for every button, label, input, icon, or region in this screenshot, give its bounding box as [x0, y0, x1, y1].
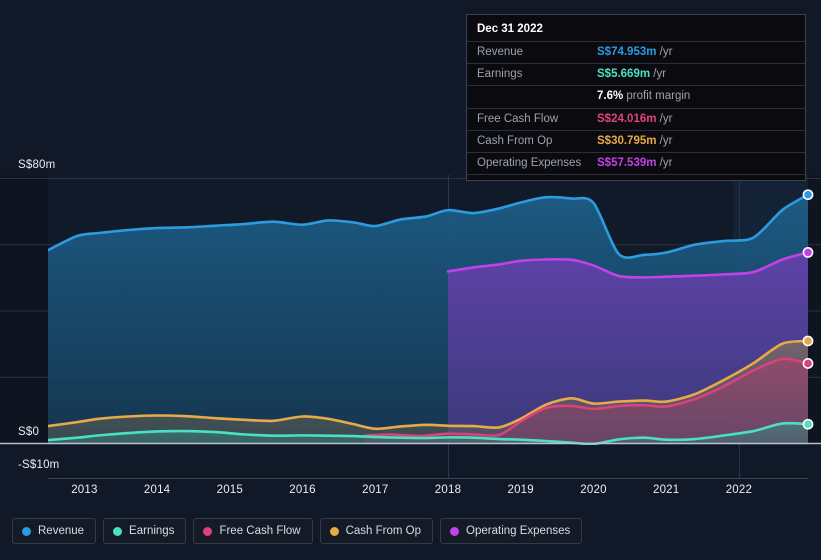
tooltip-row-amount: S$5.669m — [597, 68, 651, 81]
tooltip-row-label — [467, 85, 597, 109]
legend-item-cash-from-op[interactable]: Cash From Op — [319, 518, 434, 544]
x-axis-label-2014: 2014 — [143, 484, 171, 496]
tooltip-row-unit: /yr — [656, 112, 673, 125]
chart-screenshot: S$80m S$0 -S$10m 2013 2014 2015 2016 2017 201… — [0, 0, 821, 560]
tooltip-date: Dec 31 2022 — [477, 23, 543, 35]
tooltip-row-unit: /yr — [650, 68, 667, 81]
endpoint-marker-cash-from-op[interactable] — [802, 335, 814, 347]
tooltip-row: 7.6% profit margin — [467, 85, 805, 109]
tooltip-row-unit: /yr — [656, 134, 673, 147]
tooltip-row-amount: S$24.016m — [597, 112, 657, 125]
x-axis-label-2013: 2013 — [71, 484, 98, 496]
x-axis-label-2020: 2020 — [580, 484, 607, 496]
x-axis-label-2021: 2021 — [652, 484, 680, 496]
legend-item-revenue[interactable]: Revenue — [12, 518, 97, 544]
legend-item-free-cash-flow[interactable]: Free Cash Flow — [193, 518, 313, 544]
tooltip-row-amount: S$57.539m — [597, 157, 657, 170]
tooltip-row-value: S$57.539m /yr — [597, 152, 805, 175]
tooltip-row-amount: 7.6% — [597, 90, 624, 103]
legend-item-operating-expenses[interactable]: Operating Expenses — [440, 518, 583, 544]
tooltip-table: Revenue S$74.953m /yr Earnings S$5.669m /yr… — [467, 40, 805, 181]
legend-color-dot-icon — [203, 526, 213, 536]
x-axis-label-2019: 2019 — [507, 484, 534, 496]
legend-item-label: Earnings — [129, 525, 175, 537]
x-axis-label-2018: 2018 — [434, 484, 462, 496]
x-axis-label-2016: 2016 — [289, 484, 316, 496]
y-axis-label-top: S$80m — [18, 159, 56, 171]
tooltip-row-value: S$5.669m /yr — [597, 63, 805, 86]
tooltip-row-value: S$30.795m /yr — [597, 129, 805, 153]
data-tooltip: Dec 31 2022 Revenue S$74.953m /yr Earnings… — [466, 14, 806, 182]
y-axis-label-zero: S$0 — [18, 426, 40, 438]
tooltip-row-unit: /yr — [656, 46, 673, 58]
legend-item-label: Revenue — [38, 525, 85, 537]
tooltip-row: Free Cash Flow S$24.016m /yr — [467, 107, 805, 131]
legend-item-label: Cash From Op — [345, 525, 422, 537]
endpoint-marker-earnings[interactable] — [802, 418, 814, 430]
tooltip-row-unit: profit margin — [623, 90, 691, 103]
legend-color-dot-icon — [113, 526, 123, 536]
tooltip-row-label: Revenue — [467, 40, 597, 64]
endpoint-marker-revenue[interactable] — [802, 189, 814, 201]
legend-color-dot-icon — [22, 526, 31, 536]
legend-item-earnings[interactable]: Earnings — [103, 518, 187, 544]
tooltip-row-value: S$74.953m /yr — [597, 40, 805, 64]
chart-legend: Revenue Earnings Free Cash Flow Cash From O… — [12, 518, 583, 544]
endpoint-marker-operating-expenses[interactable] — [802, 246, 814, 258]
tooltip-row: Operating Expenses S$57.539m /yr — [467, 152, 805, 175]
tooltip-row: Revenue S$74.953m /yr — [467, 40, 805, 64]
x-axis-label-2015: 2015 — [216, 484, 243, 496]
tooltip-row: Cash From Op S$30.795m /yr — [467, 129, 805, 153]
tooltip-row-unit: /yr — [656, 157, 673, 170]
tooltip-row-value: S$24.016m /yr — [597, 107, 805, 131]
tooltip-row-value: 7.6% profit margin — [597, 85, 805, 109]
x-axis-label-2017: 2017 — [362, 484, 389, 496]
tooltip-bottom-rule — [467, 174, 805, 181]
y-axis-label-negative: -S$10m — [18, 459, 60, 471]
tooltip-row-label: Earnings — [467, 63, 597, 86]
tooltip-row-label: Operating Expenses — [467, 152, 597, 175]
endpoint-marker-free-cash-flow[interactable] — [802, 358, 814, 369]
x-axis-label-2022: 2022 — [725, 484, 753, 496]
legend-item-label: Operating Expenses — [466, 525, 571, 537]
tooltip-row-amount: S$30.795m — [597, 134, 657, 147]
legend-item-label: Free Cash Flow — [219, 525, 301, 537]
tooltip-row: Earnings S$5.669m /yr — [467, 63, 805, 86]
tooltip-row-label: Cash From Op — [467, 129, 597, 153]
tooltip-row-amount: S$74.953m — [597, 46, 657, 58]
legend-color-dot-icon — [329, 526, 339, 536]
legend-color-dot-icon — [450, 526, 460, 536]
tooltip-row-label: Free Cash Flow — [467, 107, 597, 131]
